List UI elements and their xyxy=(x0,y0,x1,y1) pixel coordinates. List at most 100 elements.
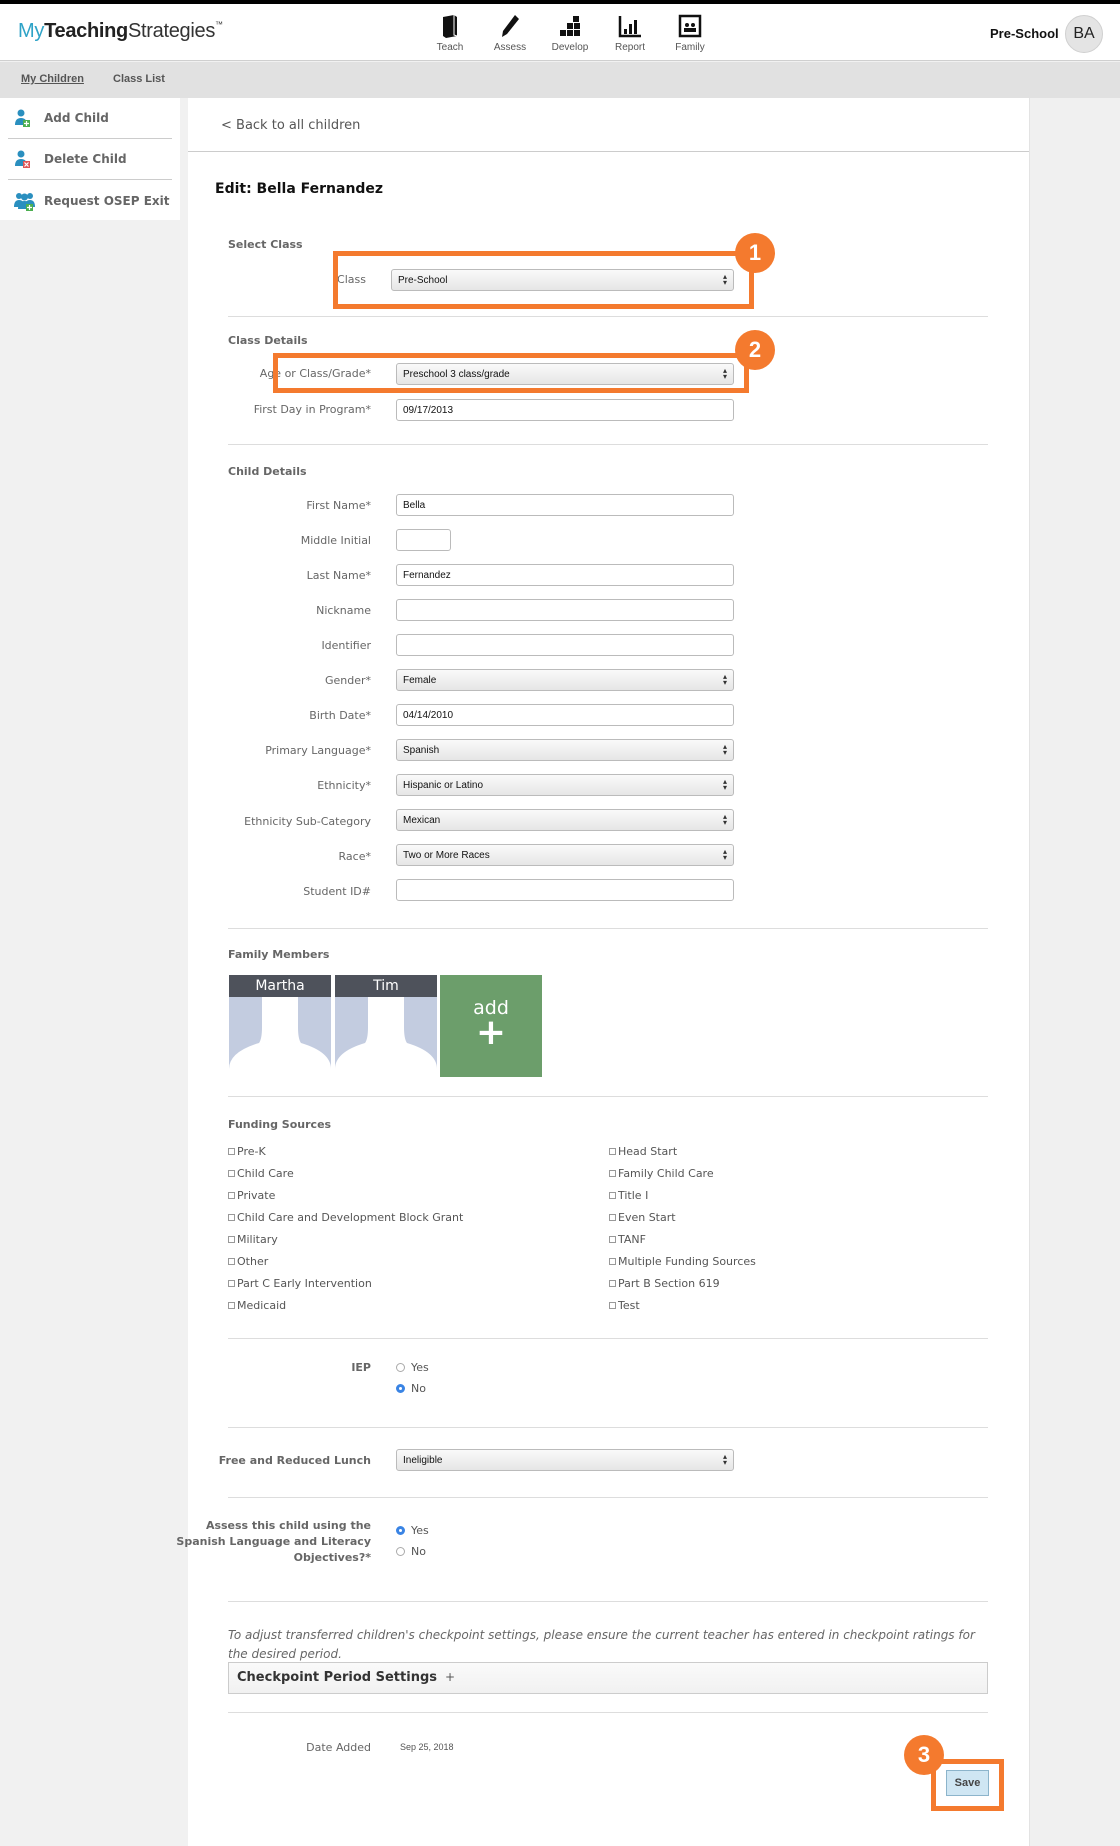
sidebar-item-request-osep-exit[interactable]: Request OSEP Exit xyxy=(8,180,172,221)
funding-checkbox[interactable]: TANF xyxy=(609,1233,646,1246)
checkbox-box xyxy=(609,1236,616,1243)
sidebar-item-add-child[interactable]: Add Child xyxy=(8,98,172,139)
checkbox-label: Even Start xyxy=(618,1211,676,1224)
birth-date-input[interactable]: 04/14/2010 xyxy=(396,704,734,726)
funding-checkbox[interactable]: Pre-K xyxy=(228,1145,266,1158)
nav-assess[interactable]: Assess xyxy=(480,12,540,53)
nickname-label: Nickname xyxy=(316,604,371,617)
spanish-yes-radio[interactable]: Yes xyxy=(396,1524,429,1537)
family-member-card[interactable]: Tim xyxy=(335,975,437,1077)
tab-class-list[interactable]: Class List xyxy=(113,73,165,85)
sub-nav: My Children Class List xyxy=(0,62,1120,98)
funding-checkbox[interactable]: Even Start xyxy=(609,1211,676,1224)
checkpoint-note: To adjust transferred children's checkpo… xyxy=(228,1628,975,1661)
select-arrows-icon: ▴ ▾ xyxy=(722,777,727,792)
date-added-label: Date Added xyxy=(306,1741,371,1754)
callout-badge-1: 1 xyxy=(735,233,775,273)
ethnicity-select[interactable]: Hispanic or Latino ▴ ▾ xyxy=(396,774,734,796)
funding-checkbox[interactable]: Test xyxy=(609,1299,640,1312)
page-title: Edit: Bella Fernandez xyxy=(215,181,384,197)
middle-initial-input[interactable] xyxy=(396,529,451,551)
funding-checkbox[interactable]: Head Start xyxy=(609,1145,677,1158)
first-day-input[interactable]: 09/17/2013 xyxy=(396,399,734,421)
date-added-value: Sep 25, 2018 xyxy=(400,1742,454,1752)
funding-checkbox[interactable]: Other xyxy=(228,1255,268,1268)
student-id-input[interactable] xyxy=(396,879,734,901)
checkpoint-period-settings-toggle[interactable]: Checkpoint Period Settings + xyxy=(228,1662,988,1694)
gender-select[interactable]: Female ▴ ▾ xyxy=(396,669,734,691)
select-arrows-icon: ▴ ▾ xyxy=(722,812,727,827)
family-member-name: Tim xyxy=(335,975,437,997)
funding-checkbox[interactable]: Part B Section 619 xyxy=(609,1277,720,1290)
first-name-input[interactable]: Bella xyxy=(396,494,734,516)
divider xyxy=(228,1601,988,1602)
primary-language-select[interactable]: Spanish ▴ ▾ xyxy=(396,739,734,761)
checkbox-box xyxy=(228,1280,235,1287)
ethnicity-sub-category-select[interactable]: Mexican ▴ ▾ xyxy=(396,809,734,831)
nav-report[interactable]: Report xyxy=(600,12,660,53)
tab-my-children[interactable]: My Children xyxy=(21,73,84,85)
radio-circle xyxy=(396,1547,405,1556)
checkbox-label: Private xyxy=(237,1189,276,1202)
middle-initial-label: Middle Initial xyxy=(300,534,371,547)
section-title-select-class: Select Class xyxy=(228,238,303,251)
select-arrows-icon: ▴ ▾ xyxy=(722,742,727,757)
sidebar-item-label: Add Child xyxy=(44,111,109,125)
family-member-card[interactable]: Martha xyxy=(229,975,331,1077)
callout-badge-3: 3 xyxy=(904,1735,944,1775)
account-name[interactable]: Pre-School xyxy=(990,26,1059,41)
group-add-icon xyxy=(14,192,35,211)
race-select[interactable]: Two or More Races ▴ ▾ xyxy=(396,844,734,866)
last-name-input[interactable]: Fernandez xyxy=(396,564,734,586)
iep-yes-radio[interactable]: Yes xyxy=(396,1361,429,1374)
pencil-icon xyxy=(502,15,519,37)
identifier-input[interactable] xyxy=(396,634,734,656)
funding-checkbox[interactable]: Private xyxy=(228,1189,275,1202)
person-silhouette-icon xyxy=(335,997,437,1077)
nav-develop[interactable]: Develop xyxy=(540,12,600,53)
gender-label: Gender* xyxy=(324,674,371,687)
nav-teach[interactable]: Teach xyxy=(420,12,480,53)
identifier-label: Identifier xyxy=(321,639,371,652)
funding-checkbox[interactable]: Child Care xyxy=(228,1167,294,1180)
funding-checkbox[interactable]: Part C Early Intervention xyxy=(228,1277,372,1290)
iep-no-radio[interactable]: No xyxy=(396,1382,426,1395)
checkbox-label: Head Start xyxy=(618,1145,678,1158)
sidebar-item-label: Delete Child xyxy=(44,152,127,166)
funding-checkbox[interactable]: Family Child Care xyxy=(609,1167,714,1180)
sidebar-item-delete-child[interactable]: Delete Child xyxy=(8,139,172,180)
iep-label: IEP xyxy=(351,1361,371,1374)
right-rail xyxy=(1029,98,1120,1846)
section-title-class-details: Class Details xyxy=(228,334,308,347)
select-arrows-icon: ▴ ▾ xyxy=(722,1452,727,1467)
callout-box-2 xyxy=(273,353,749,393)
plus-icon: + xyxy=(475,1012,507,1053)
funding-checkbox[interactable]: Multiple Funding Sources xyxy=(609,1255,756,1268)
checkbox-label: Pre-K xyxy=(237,1145,266,1158)
logo[interactable]: MyTeachingStrategies™ xyxy=(18,20,223,43)
free-reduced-lunch-select[interactable]: Ineligible ▴ ▾ xyxy=(396,1449,734,1471)
checkbox-box xyxy=(228,1258,235,1265)
divider xyxy=(228,444,988,445)
funding-checkbox[interactable]: Child Care and Development Block Grant xyxy=(228,1211,463,1224)
book-icon xyxy=(443,15,458,38)
funding-checkbox[interactable]: Military xyxy=(228,1233,278,1246)
avatar[interactable]: BA xyxy=(1065,15,1103,53)
primary-language-label: Primary Language* xyxy=(265,744,371,757)
divider xyxy=(228,1427,988,1428)
checkbox-label: Part C Early Intervention xyxy=(237,1277,372,1290)
first-day-label: First Day in Program* xyxy=(253,403,371,416)
checkbox-box xyxy=(228,1192,235,1199)
nickname-input[interactable] xyxy=(396,599,734,621)
funding-checkbox[interactable]: Medicaid xyxy=(228,1299,286,1312)
race-label: Race* xyxy=(338,850,371,863)
divider xyxy=(228,1497,988,1498)
funding-checkbox[interactable]: Title I xyxy=(609,1189,648,1202)
last-name-label: Last Name* xyxy=(306,569,371,582)
back-to-all-children-link[interactable]: < Back to all children xyxy=(221,118,360,133)
nav-family[interactable]: Family xyxy=(660,12,720,53)
family-photo-icon xyxy=(678,14,702,38)
checkbox-box xyxy=(228,1302,235,1309)
spanish-no-radio[interactable]: No xyxy=(396,1545,426,1558)
add-family-member-button[interactable]: add + xyxy=(440,975,542,1077)
